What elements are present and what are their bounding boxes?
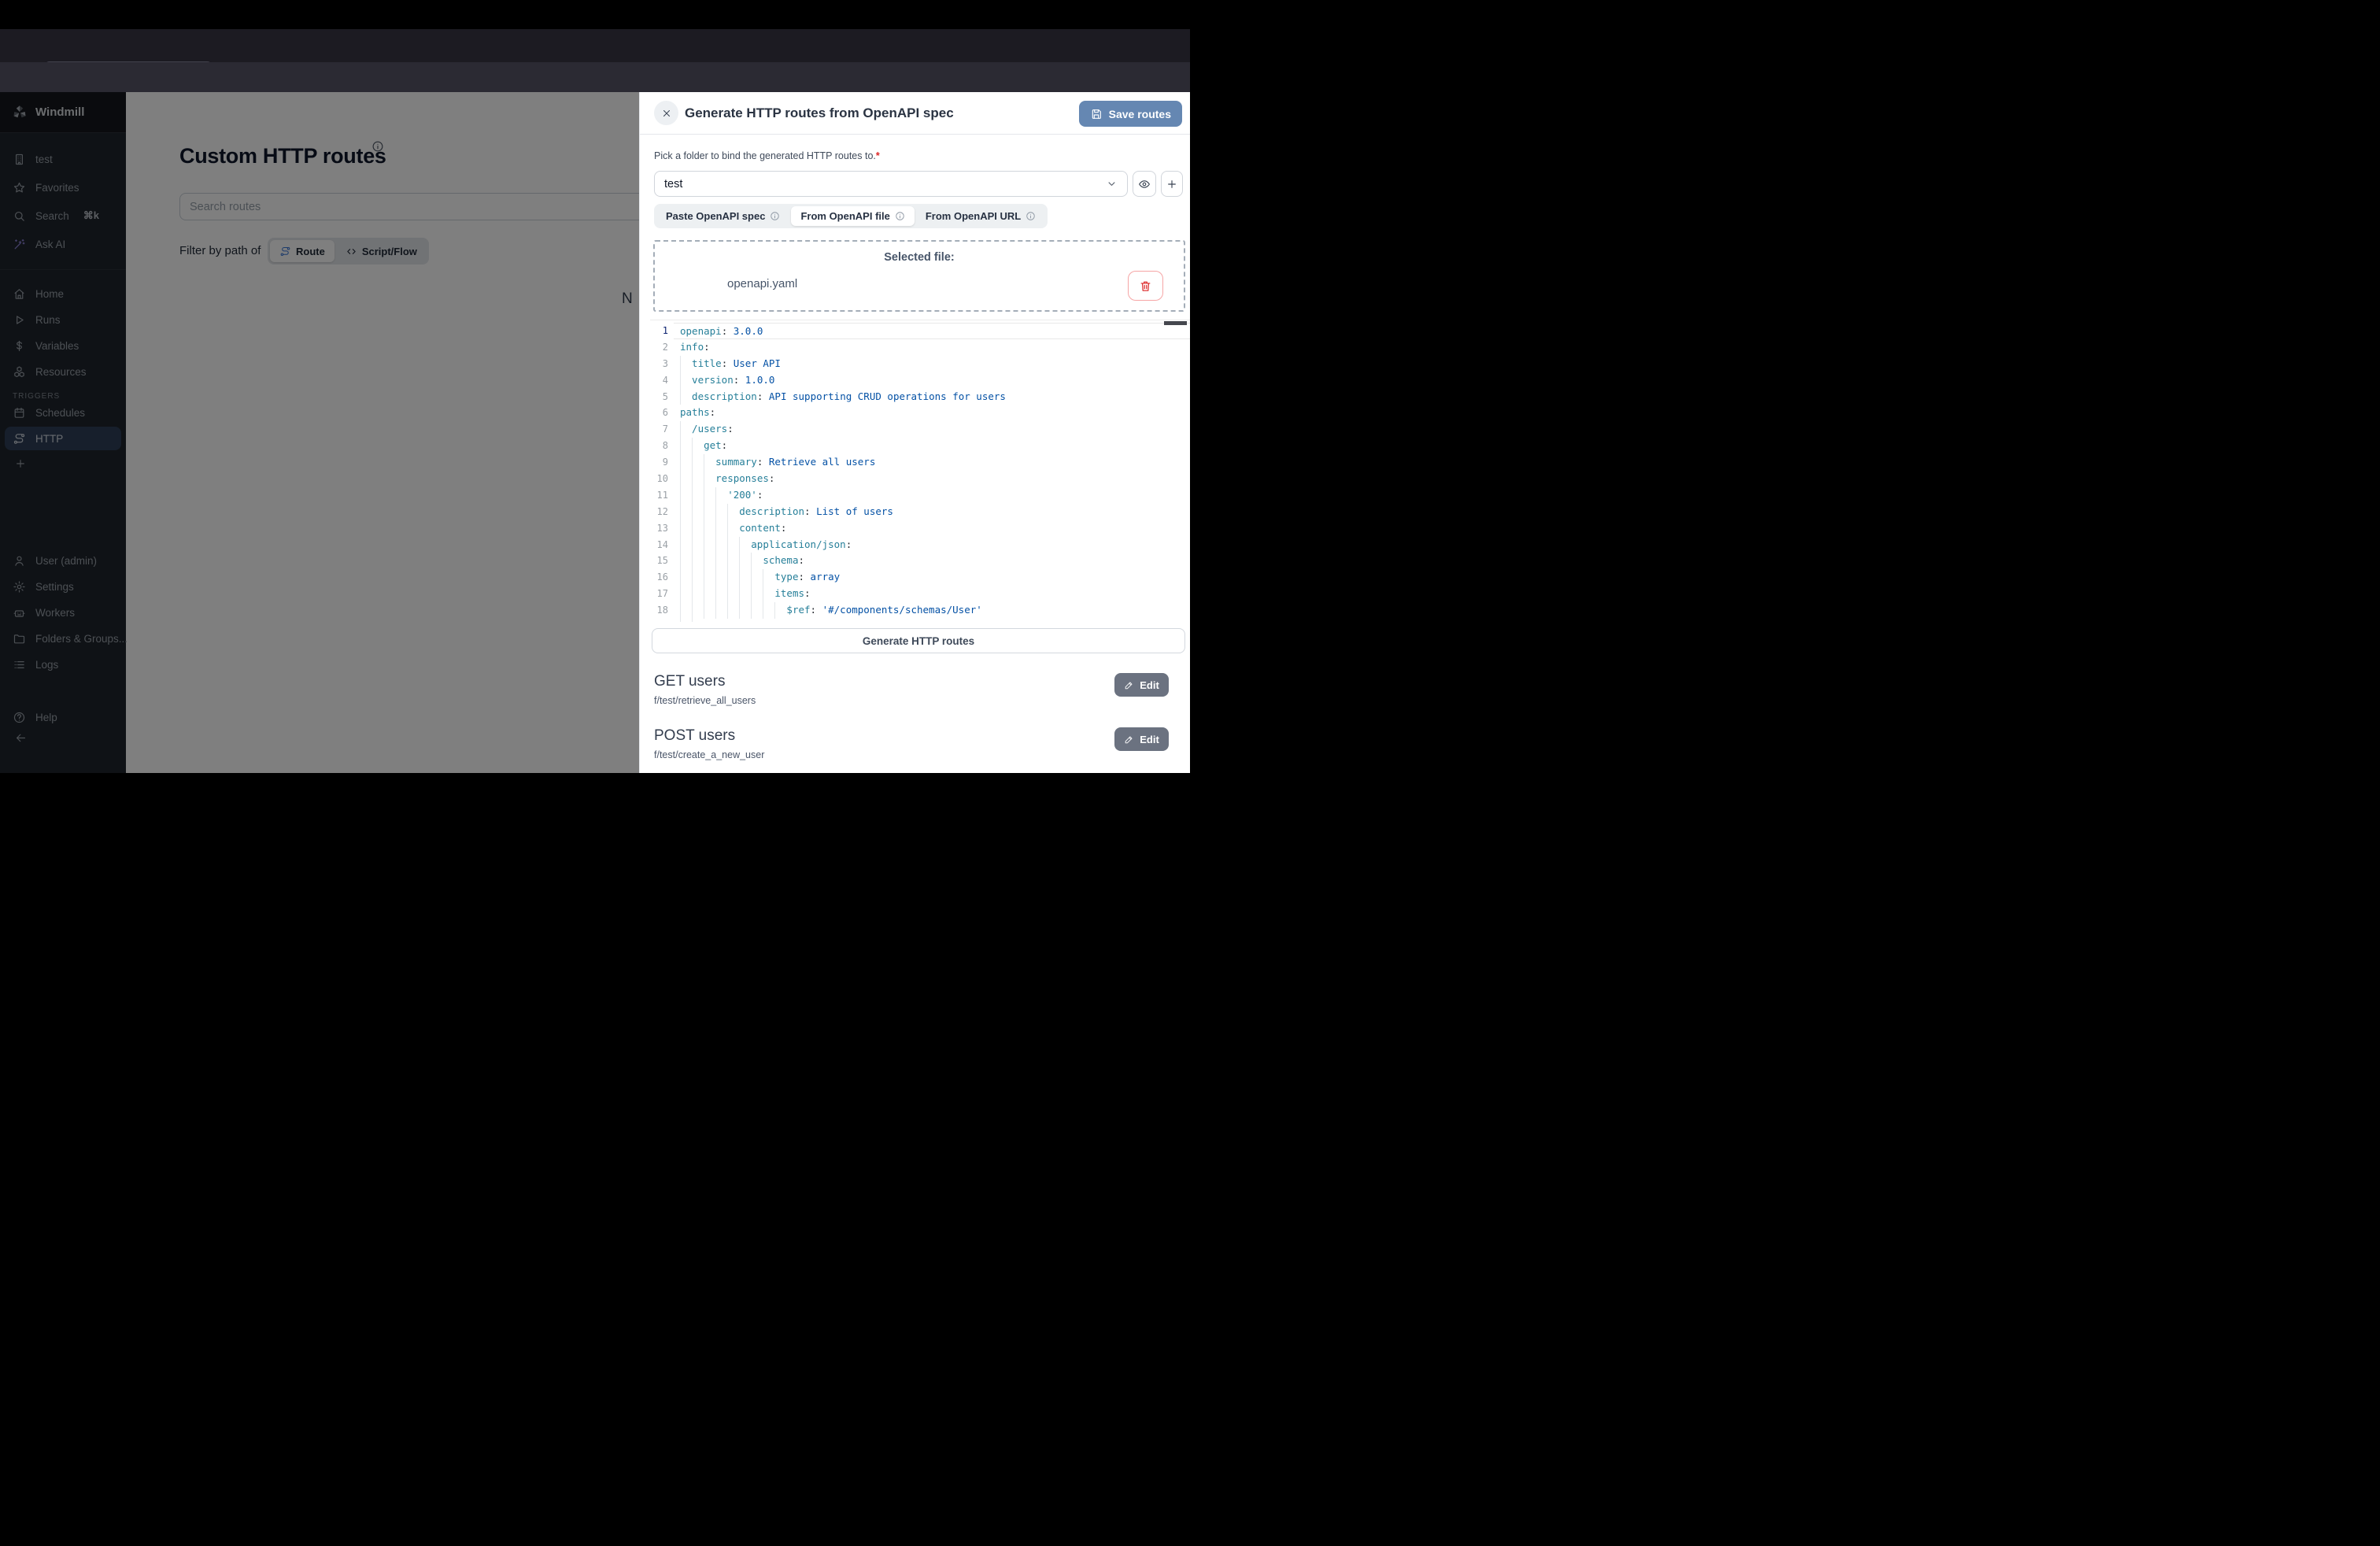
drawer-title: Generate HTTP routes from OpenAPI spec <box>685 105 954 121</box>
openapi-source-tabs: Paste OpenAPI spec From OpenAPI file From … <box>654 204 1048 228</box>
code-line: responses: <box>674 471 1190 487</box>
route-path: f/test/create_a_new_user <box>654 749 1176 760</box>
browser-tab-strip: HTTP triggers | Windmill <box>0 29 1190 62</box>
line-number: 7 <box>650 421 674 438</box>
folder-picker-label: Pick a folder to bind the generated HTTP… <box>654 150 880 161</box>
save-routes-button[interactable]: Save routes <box>1079 101 1182 127</box>
remove-file-button[interactable] <box>1128 271 1163 301</box>
add-folder-button[interactable] <box>1161 171 1183 197</box>
route-card-post-users: POST users f/test/create_a_new_user Edit <box>654 727 1176 773</box>
yaml-code-editor[interactable]: 12345678910111213141516171819 openapi: 3… <box>650 320 1190 622</box>
code-line: get: <box>674 438 1190 454</box>
line-number: 15 <box>650 553 674 569</box>
chevron-down-icon <box>1106 178 1118 190</box>
edit-route-button[interactable]: Edit <box>1114 727 1169 751</box>
code-line: description: List of users <box>674 504 1190 520</box>
tab-label: Paste OpenAPI spec <box>666 210 765 222</box>
required-asterisk: * <box>876 150 880 161</box>
info-icon <box>770 211 780 221</box>
code-line: openapi: 3.0.0 <box>674 323 1190 339</box>
edit-route-button[interactable]: Edit <box>1114 673 1169 697</box>
code-line: title: User API <box>674 356 1190 372</box>
eye-icon <box>1138 178 1151 190</box>
line-number: 10 <box>650 471 674 487</box>
browser-toolbar: http://localhost:3000/routes?filter_path… <box>0 62 1190 92</box>
tab-label: From OpenAPI file <box>800 210 889 222</box>
line-number: 9 <box>650 454 674 471</box>
edit-label: Edit <box>1140 734 1159 745</box>
code-line: description: API supporting CRUD operati… <box>674 389 1190 405</box>
line-number: 4 <box>650 372 674 389</box>
code-line: '200': <box>674 487 1190 504</box>
code-line: type: array <box>674 569 1190 586</box>
line-number: 18 <box>650 602 674 619</box>
editor-code: openapi: 3.0.0info:title: User APIversio… <box>674 323 1190 622</box>
line-number: 14 <box>650 537 674 553</box>
line-number: 12 <box>650 504 674 520</box>
tab-from-openapi-file[interactable]: From OpenAPI file <box>791 206 914 226</box>
selected-file-name: openapi.yaml <box>727 277 797 290</box>
info-icon <box>1026 211 1036 221</box>
line-number: 3 <box>650 356 674 372</box>
plus-icon <box>1166 178 1178 190</box>
code-line: items: <box>674 586 1190 602</box>
code-line: application/json: <box>674 537 1190 553</box>
line-number: 2 <box>650 339 674 356</box>
save-icon <box>1090 108 1103 120</box>
editor-gutter: 12345678910111213141516171819 <box>650 323 674 622</box>
close-button[interactable] <box>654 101 678 125</box>
line-number: 1 <box>650 323 674 339</box>
folder-select[interactable]: test <box>654 171 1128 197</box>
pencil-icon <box>1124 734 1134 745</box>
code-line: summary: Retrieve all users <box>674 454 1190 471</box>
file-dropzone: Selected file: openapi.yaml <box>653 240 1185 312</box>
selected-file-label: Selected file: <box>655 251 1184 264</box>
close-icon <box>661 108 672 119</box>
code-line: $ref: '#/components/schemas/User' <box>674 602 1190 619</box>
route-name: POST users <box>654 727 1176 745</box>
folder-select-value: test <box>664 178 682 190</box>
line-number: 11 <box>650 487 674 504</box>
generate-routes-button[interactable]: Generate HTTP routes <box>652 628 1185 653</box>
line-number: 17 <box>650 586 674 602</box>
line-number: 16 <box>650 569 674 586</box>
save-routes-label: Save routes <box>1109 108 1171 120</box>
editor-scrollbar-thumb[interactable] <box>1164 321 1187 325</box>
code-line: info: <box>674 339 1190 356</box>
code-line: post: <box>674 619 1190 622</box>
drawer-header: Generate HTTP routes from OpenAPI spec S… <box>640 92 1190 135</box>
code-line: schema: <box>674 553 1190 569</box>
modal-overlay[interactable] <box>0 92 639 773</box>
code-line: version: 1.0.0 <box>674 372 1190 389</box>
line-number: 8 <box>650 438 674 454</box>
route-card-get-users: GET users f/test/retrieve_all_users Edit <box>654 673 1176 722</box>
page-content: Windmill testFavoritesSearch⌘kAsk AI Hom… <box>0 92 1190 773</box>
screen: HTTP triggers | Windmill http://localhos… <box>0 0 1190 773</box>
tab-from-openapi-url[interactable]: From OpenAPI URL <box>916 206 1045 226</box>
route-name: GET users <box>654 673 1176 690</box>
trash-icon <box>1139 279 1152 293</box>
line-number: 5 <box>650 389 674 405</box>
code-line: paths: <box>674 405 1190 421</box>
line-number: 13 <box>650 520 674 537</box>
code-line: /users: <box>674 421 1190 438</box>
line-number: 6 <box>650 405 674 421</box>
info-icon <box>895 211 905 221</box>
line-number: 19 <box>650 619 674 622</box>
code-line: content: <box>674 520 1190 537</box>
route-path: f/test/retrieve_all_users <box>654 695 1176 706</box>
edit-label: Edit <box>1140 679 1159 691</box>
drawer-generate-routes: Generate HTTP routes from OpenAPI spec S… <box>639 92 1190 773</box>
pencil-icon <box>1124 680 1134 690</box>
tab-paste-openapi-spec[interactable]: Paste OpenAPI spec <box>656 206 789 226</box>
tab-label: From OpenAPI URL <box>926 210 1021 222</box>
macos-menubar <box>0 0 1190 29</box>
view-folder-button[interactable] <box>1133 171 1156 197</box>
